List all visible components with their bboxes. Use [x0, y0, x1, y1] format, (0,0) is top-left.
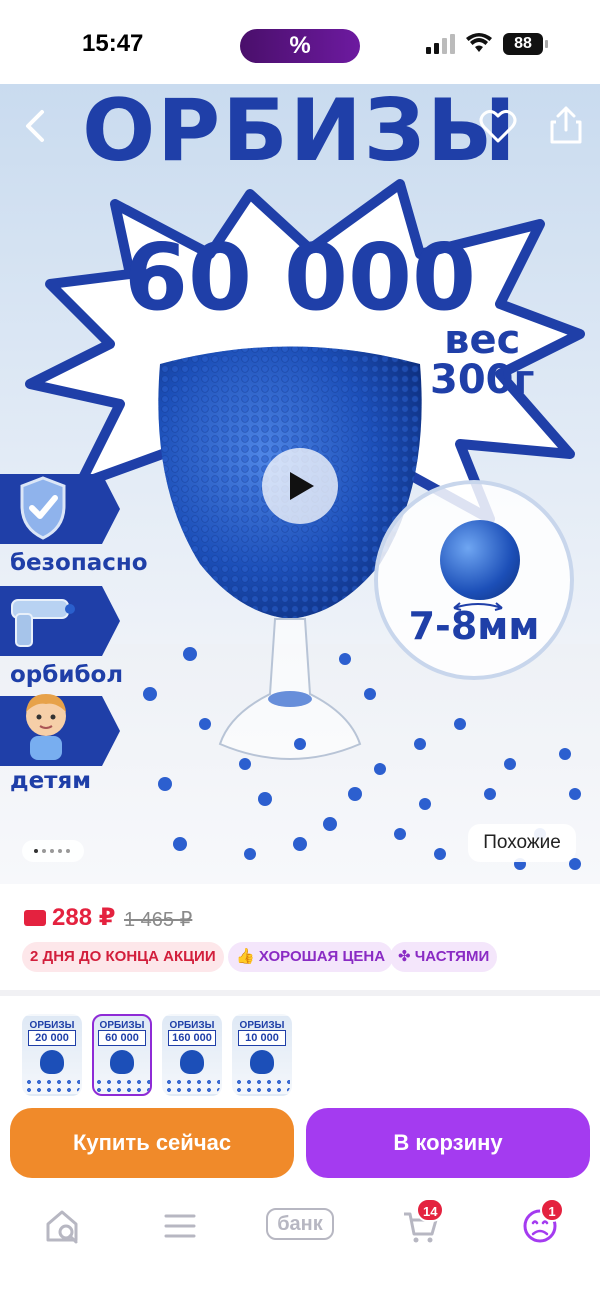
pager-dot — [58, 849, 62, 853]
variant-beads — [234, 1078, 290, 1094]
wallet-icon — [24, 910, 46, 926]
buy-now-button[interactable]: Купить сейчас — [10, 1108, 294, 1178]
variant-glass — [40, 1050, 64, 1074]
profile-notification-badge: 1 — [540, 1198, 564, 1222]
variant-option[interactable]: ОРБИЗЫ 160 000 — [162, 1014, 222, 1096]
battery-cap — [545, 40, 548, 48]
feature-label: безопасно — [10, 550, 148, 576]
orbeez-ball-icon — [440, 520, 520, 600]
variant-count: 20 000 — [28, 1030, 76, 1046]
variant-option-selected[interactable]: ОРБИЗЫ 60 000 — [92, 1014, 152, 1096]
pager-dot — [50, 849, 54, 853]
pager-dot — [42, 849, 46, 853]
variant-selector: ОРБИЗЫ 20 000 ОРБИЗЫ 60 000 ОРБИЗЫ 160 0… — [0, 996, 600, 1106]
similar-products-button[interactable]: Похожие — [468, 824, 576, 862]
pager-dot — [66, 849, 70, 853]
promo-pill[interactable]: % — [240, 29, 360, 63]
variant-option[interactable]: ОРБИЗЫ 10 000 — [232, 1014, 292, 1096]
image-pager[interactable] — [22, 840, 84, 862]
shield-check-icon — [20, 476, 66, 540]
price-section: 288 ₽ 1 465 ₽ 2 ДНЯ ДО КОНЦА АКЦИИ 👍 ХОР… — [0, 884, 600, 990]
hero-weight-label: вес — [444, 317, 521, 363]
add-to-cart-button[interactable]: В корзину — [306, 1108, 590, 1178]
variant-beads — [24, 1078, 80, 1094]
heart-icon[interactable] — [478, 106, 518, 146]
battery-indicator: 88 — [503, 33, 543, 55]
variant-glass — [110, 1050, 134, 1074]
status-time: 15:47 — [82, 30, 144, 57]
share-icon[interactable] — [548, 104, 584, 146]
bottom-tab-bar: банк 14 1 — [0, 1190, 600, 1303]
variant-count: 10 000 — [238, 1030, 286, 1046]
hero-weight: вес 300г — [430, 320, 534, 400]
thumbs-up-icon: 👍 — [236, 948, 255, 965]
variant-count: 160 000 — [168, 1030, 216, 1046]
bank-tab[interactable]: банк — [266, 1208, 334, 1240]
home-search-icon[interactable] — [42, 1206, 82, 1246]
good-price-label: ХОРОШАЯ ЦЕНА — [258, 948, 386, 965]
wifi-icon — [466, 33, 492, 52]
variant-glass — [180, 1050, 204, 1074]
signal-icon — [426, 34, 455, 54]
variant-glass — [250, 1050, 274, 1074]
current-price: 288 ₽ — [52, 904, 116, 931]
hero-weight-value: 300г — [430, 357, 535, 403]
purchase-actions: Купить сейчас В корзину — [0, 1100, 600, 1190]
play-video-button[interactable] — [262, 448, 338, 524]
variant-beads — [164, 1078, 220, 1094]
catalog-menu-icon[interactable] — [160, 1206, 200, 1246]
back-arrow-icon[interactable] — [18, 106, 54, 146]
installments-badge[interactable]: ✤ ЧАСТЯМИ — [390, 942, 498, 972]
variant-count: 60 000 — [98, 1030, 146, 1046]
hero-count: 60 000 — [123, 224, 477, 331]
promo-deadline-badge[interactable]: 2 ДНЯ ДО КОНЦА АКЦИИ — [22, 942, 224, 972]
clover-icon: ✤ — [398, 948, 411, 965]
product-image-gallery[interactable]: ОРБИЗЫ 60 000 вес 300г безопасно орбибол… — [0, 84, 600, 884]
cart-count-badge: 14 — [416, 1198, 445, 1222]
good-price-badge[interactable]: 👍 ХОРОШАЯ ЦЕНА — [228, 942, 394, 972]
installments-label: ЧАСТЯМИ — [414, 948, 490, 965]
variant-option[interactable]: ОРБИЗЫ 20 000 — [22, 1014, 82, 1096]
old-price: 1 465 ₽ — [124, 909, 193, 931]
variant-beads — [94, 1078, 150, 1094]
status-bar: 15:47 % 88 — [0, 0, 600, 84]
pager-dot-active — [34, 849, 38, 853]
